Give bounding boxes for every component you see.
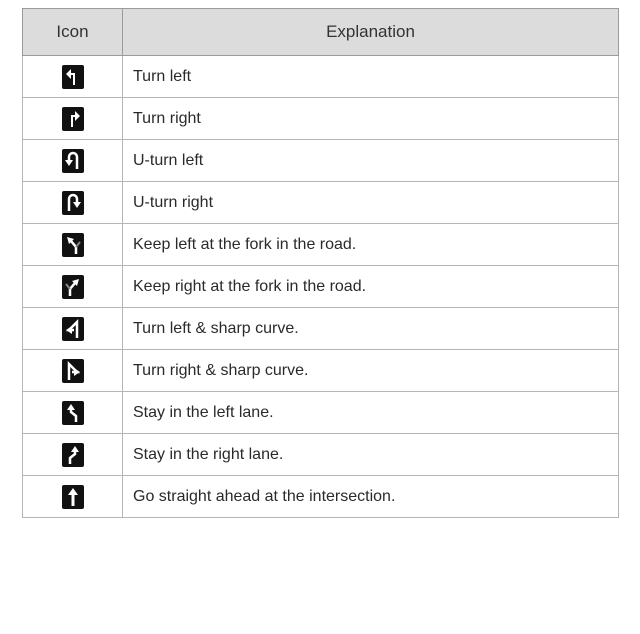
table-header-row: Icon Explanation <box>22 8 619 56</box>
direction-icons-table: Icon Explanation Turn left Turn right U-… <box>22 8 619 518</box>
stay-right-lane-icon <box>61 442 84 467</box>
explanation-column-header: Explanation <box>122 8 619 56</box>
keep-left-fork-icon <box>61 232 84 257</box>
table-row: Turn left <box>22 55 619 98</box>
table-row: U-turn right <box>22 181 619 224</box>
row-explanation: Turn left <box>122 55 619 98</box>
row-explanation: Stay in the right lane. <box>122 433 619 476</box>
table-row: Go straight ahead at the intersection. <box>22 475 619 518</box>
row-explanation: Go straight ahead at the intersection. <box>122 475 619 518</box>
u-turn-left-icon <box>61 148 84 173</box>
stay-left-lane-icon <box>61 400 84 425</box>
turn-right-icon <box>61 106 84 131</box>
keep-right-fork-icon <box>61 274 84 299</box>
turn-left-icon <box>61 64 84 89</box>
table-row: Stay in the right lane. <box>22 433 619 476</box>
table-row: Stay in the left lane. <box>22 391 619 434</box>
row-explanation: Keep left at the fork in the road. <box>122 223 619 266</box>
straight-ahead-icon <box>61 484 84 509</box>
row-explanation: Turn left & sharp curve. <box>122 307 619 350</box>
row-explanation: Turn right <box>122 97 619 140</box>
row-explanation: Turn right & sharp curve. <box>122 349 619 392</box>
table-row: U-turn left <box>22 139 619 182</box>
table-row: Turn right & sharp curve. <box>22 349 619 392</box>
u-turn-right-icon <box>61 190 84 215</box>
row-explanation: U-turn left <box>122 139 619 182</box>
table-row: Turn right <box>22 97 619 140</box>
row-explanation: U-turn right <box>122 181 619 224</box>
row-explanation: Stay in the left lane. <box>122 391 619 434</box>
sharp-right-curve-icon <box>61 358 84 383</box>
sharp-left-curve-icon <box>61 316 84 341</box>
table-row: Turn left & sharp curve. <box>22 307 619 350</box>
row-explanation: Keep right at the fork in the road. <box>122 265 619 308</box>
table-row: Keep left at the fork in the road. <box>22 223 619 266</box>
table-row: Keep right at the fork in the road. <box>22 265 619 308</box>
icon-column-header: Icon <box>22 8 123 56</box>
